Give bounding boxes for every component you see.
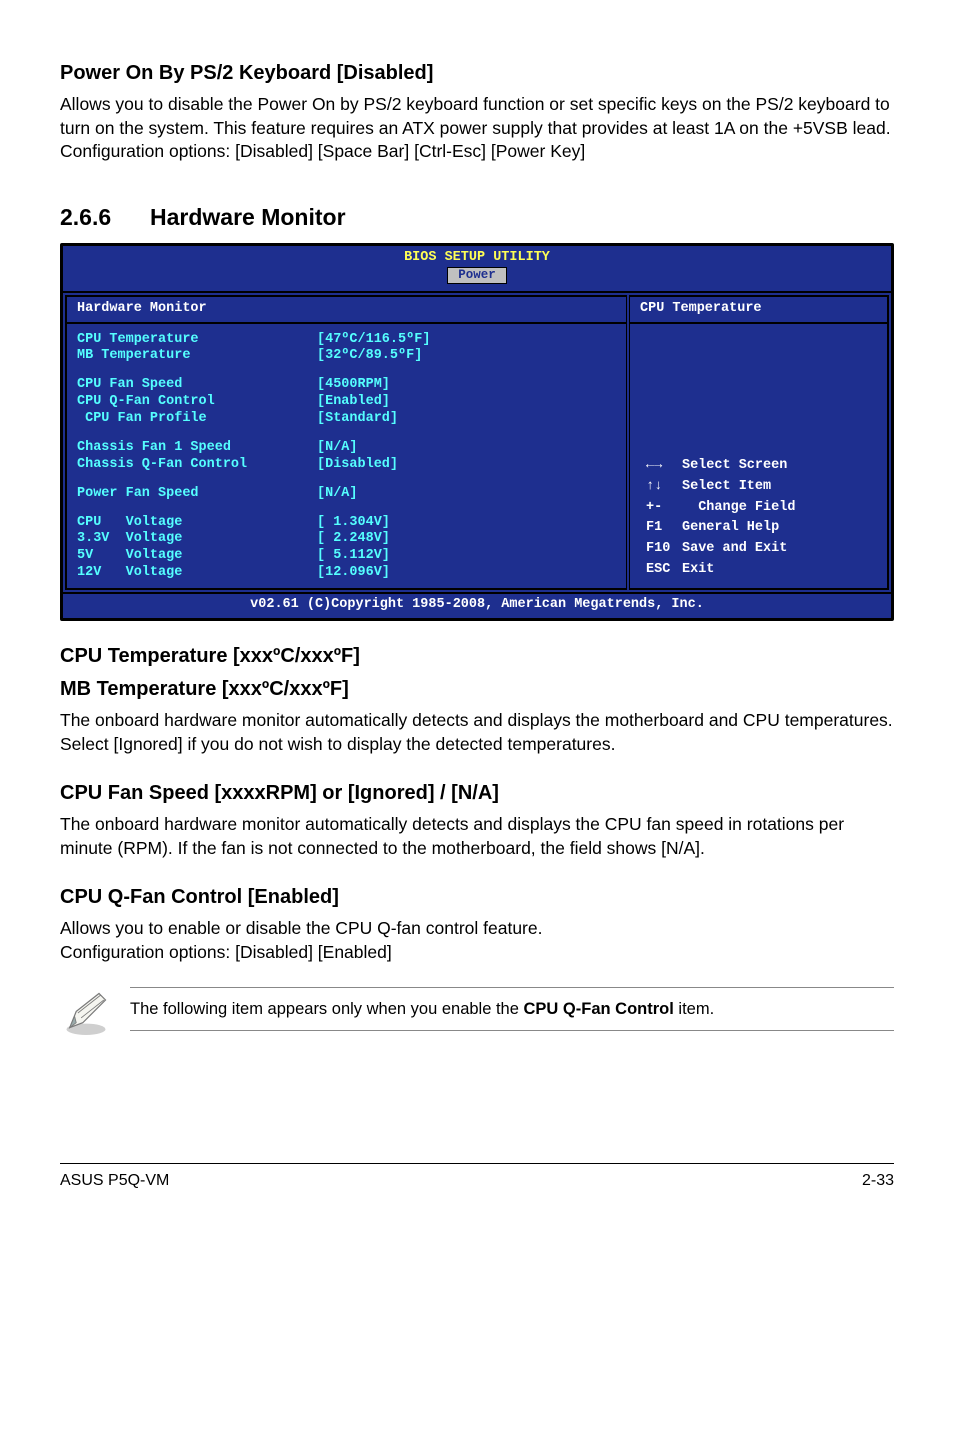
bios-setting-value: [47ºC/116.5ºF] <box>317 332 430 349</box>
note-block: The following item appears only when you… <box>60 983 894 1043</box>
bios-screen: BIOS SETUP UTILITY Power Hardware Monito… <box>60 243 894 621</box>
bios-setting-label: 3.3V Voltage <box>77 531 317 548</box>
bios-setting-value: [Disabled] <box>317 457 398 474</box>
bios-setting-value: [N/A] <box>317 440 358 457</box>
bios-setting-value: [4500RPM] <box>317 377 390 394</box>
bios-setting-label: 5V Voltage <box>77 548 317 565</box>
bios-help-row: ←→Select Screen <box>642 457 799 476</box>
heading-cpu-temp: CPU Temperature [xxxºC/xxxºF] <box>60 643 894 670</box>
bios-setting-row: Power Fan Speed[N/A] <box>77 486 616 503</box>
bios-setting-label: CPU Temperature <box>77 332 317 349</box>
bios-setting-label: CPU Fan Speed <box>77 377 317 394</box>
bios-help-key: +- <box>642 499 676 518</box>
para-ps2-config: Configuration options: [Disabled] [Space… <box>60 140 894 164</box>
bios-setting-value: [Enabled] <box>317 394 390 411</box>
bios-setting-label: Chassis Q-Fan Control <box>77 457 317 474</box>
bios-help-desc: Change Field <box>678 499 799 518</box>
para-temp-desc: The onboard hardware monitor automatical… <box>60 709 894 756</box>
bios-setting-label: CPU Voltage <box>77 515 317 532</box>
bios-help-key: ESC <box>642 561 676 580</box>
bios-setting-row: CPU Fan Profile[Standard] <box>77 411 616 428</box>
bios-blank-row <box>77 503 616 515</box>
note-text: The following item appears only when you… <box>130 987 894 1031</box>
bios-blank-row <box>77 365 616 377</box>
section-heading-hwmon: 2.6.6Hardware Monitor <box>60 202 894 233</box>
bios-setting-value: [Standard] <box>317 411 398 428</box>
bios-help-desc: Select Item <box>678 478 799 497</box>
bios-setting-row: CPU Fan Speed[4500RPM] <box>77 377 616 394</box>
bios-help-key: ←→ <box>642 457 676 476</box>
bios-title: BIOS SETUP UTILITY <box>63 250 891 267</box>
para-qfan-config: Configuration options: [Disabled] [Enabl… <box>60 941 894 965</box>
note-suffix: item. <box>674 1000 714 1018</box>
bios-setting-label: MB Temperature <box>77 348 317 365</box>
bios-tabbar: Power <box>63 267 891 287</box>
heading-fan-speed: CPU Fan Speed [xxxxRPM] or [Ignored] / [… <box>60 780 894 807</box>
bios-help-desc: Save and Exit <box>678 540 799 559</box>
footer-right: 2-33 <box>862 1170 894 1192</box>
bios-footer: v02.61 (C)Copyright 1985-2008, American … <box>63 592 891 618</box>
bios-setting-label: Power Fan Speed <box>77 486 317 503</box>
bios-tab-power: Power <box>447 267 507 285</box>
bios-help-row: +- Change Field <box>642 499 799 518</box>
bios-help-desc: General Help <box>678 519 799 538</box>
heading-qfan: CPU Q-Fan Control [Enabled] <box>60 884 894 911</box>
bios-setting-label: Chassis Fan 1 Speed <box>77 440 317 457</box>
bios-setting-row: 3.3V Voltage[ 2.248V] <box>77 531 616 548</box>
bios-right-panel: CPU Temperature ←→Select Screen↑↓Select … <box>629 295 889 590</box>
heading-ps2-keyboard: Power On By PS/2 Keyboard [Disabled] <box>60 60 894 87</box>
bios-help-key: F1 <box>642 519 676 538</box>
bios-left-title: Hardware Monitor <box>67 297 626 324</box>
note-prefix: The following item appears only when you… <box>130 1000 524 1018</box>
bios-setting-row: CPU Q-Fan Control[Enabled] <box>77 394 616 411</box>
bios-setting-label: CPU Fan Profile <box>77 411 317 428</box>
pencil-note-icon <box>60 987 112 1039</box>
bios-setting-row: 12V Voltage[12.096V] <box>77 565 616 582</box>
bios-blank-row <box>77 474 616 486</box>
bios-setting-row: 5V Voltage[ 5.112V] <box>77 548 616 565</box>
bios-setting-value: [12.096V] <box>317 565 390 582</box>
bios-setting-value: [ 1.304V] <box>317 515 390 532</box>
bios-help-desc: Exit <box>678 561 799 580</box>
bios-help-row: ESCExit <box>642 561 799 580</box>
bios-help-key: ↑↓ <box>642 478 676 497</box>
page-footer: ASUS P5Q-VM 2-33 <box>60 1163 894 1192</box>
bios-help-key: F10 <box>642 540 676 559</box>
bios-setting-value: [32ºC/89.5ºF] <box>317 348 422 365</box>
bios-body: Hardware Monitor CPU Temperature[47ºC/11… <box>63 293 891 592</box>
bios-help-block: ←→Select Screen↑↓Select Item+- Change Fi… <box>640 455 877 582</box>
bios-setting-row: Chassis Q-Fan Control[Disabled] <box>77 457 616 474</box>
heading-mb-temp: MB Temperature [xxxºC/xxxºF] <box>60 676 894 703</box>
bios-help-row: F1General Help <box>642 519 799 538</box>
para-fan-speed: The onboard hardware monitor automatical… <box>60 813 894 860</box>
bios-setting-label: CPU Q-Fan Control <box>77 394 317 411</box>
bios-header: BIOS SETUP UTILITY Power <box>63 246 891 293</box>
bios-setting-value: [ 2.248V] <box>317 531 390 548</box>
bios-right-title: CPU Temperature <box>630 297 887 324</box>
bios-setting-value: [N/A] <box>317 486 358 503</box>
section-title: Hardware Monitor <box>150 204 346 230</box>
bios-blank-row <box>77 428 616 440</box>
para-ps2-desc: Allows you to disable the Power On by PS… <box>60 93 894 140</box>
para-qfan-desc: Allows you to enable or disable the CPU … <box>60 917 894 941</box>
bios-setting-row: Chassis Fan 1 Speed[N/A] <box>77 440 616 457</box>
footer-left: ASUS P5Q-VM <box>60 1170 169 1192</box>
bios-help-row: ↑↓Select Item <box>642 478 799 497</box>
bios-setting-value: [ 5.112V] <box>317 548 390 565</box>
section-number: 2.6.6 <box>60 202 150 233</box>
bios-setting-label: 12V Voltage <box>77 565 317 582</box>
bios-help-desc: Select Screen <box>678 457 799 476</box>
bios-setting-row: CPU Temperature[47ºC/116.5ºF] <box>77 332 616 349</box>
bios-setting-row: MB Temperature[32ºC/89.5ºF] <box>77 348 616 365</box>
bios-help-row: F10Save and Exit <box>642 540 799 559</box>
note-bold: CPU Q-Fan Control <box>524 1000 674 1018</box>
bios-left-panel: Hardware Monitor CPU Temperature[47ºC/11… <box>65 295 627 590</box>
bios-setting-row: CPU Voltage[ 1.304V] <box>77 515 616 532</box>
